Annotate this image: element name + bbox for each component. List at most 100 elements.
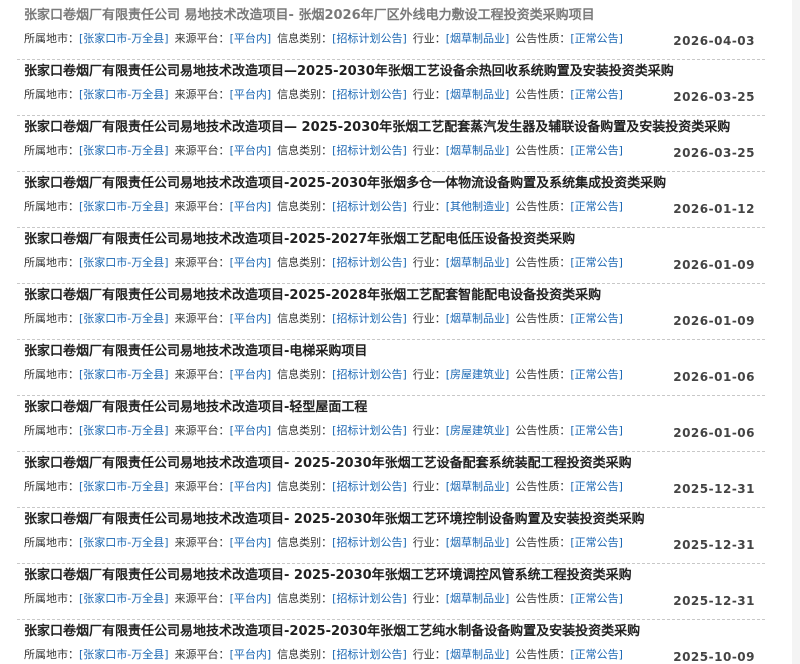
announcement-title-link[interactable]: 张家口卷烟厂有限责任公司易地技术改造项目- 2025-2030年张烟工艺环境控制… xyxy=(24,510,645,530)
nature-value[interactable]: [正常公告] xyxy=(570,368,623,381)
list-item: 张家口卷烟厂有限责任公司易地技术改造项目- 2025-2030年张烟工艺环境调控… xyxy=(17,564,765,620)
info-type-value[interactable]: [招标计划公告] xyxy=(332,88,407,101)
region-label: 所属地市： xyxy=(24,144,79,157)
industry-value[interactable]: [烟草制品业] xyxy=(446,144,510,157)
list-item: 张家口卷烟厂有限责任公司易地技术改造项目—2025-2030年张烟工艺设备余热回… xyxy=(17,60,765,116)
info-type-value[interactable]: [招标计划公告] xyxy=(332,32,407,45)
industry-value[interactable]: [烟草制品业] xyxy=(446,312,510,325)
platform-value[interactable]: [平台内] xyxy=(230,200,272,213)
info-type-value[interactable]: [招标计划公告] xyxy=(332,200,407,213)
announcement-title-link[interactable]: 张家口卷烟厂有限责任公司易地技术改造项目-2025-2027年张烟工艺配电低压设… xyxy=(24,230,575,250)
nature-label: 公告性质： xyxy=(515,368,571,381)
region-value[interactable]: [张家口市-万全县] xyxy=(79,480,169,493)
platform-value[interactable]: [平台内] xyxy=(230,424,272,437)
industry-value[interactable]: [烟草制品业] xyxy=(446,480,510,493)
nature-value[interactable]: [正常公告] xyxy=(570,256,623,269)
platform-value[interactable]: [平台内] xyxy=(230,592,272,605)
platform-label: 来源平台： xyxy=(174,312,230,325)
nature-label: 公告性质： xyxy=(515,648,571,661)
platform-value[interactable]: [平台内] xyxy=(230,480,272,493)
announcement-title-link[interactable]: 张家口卷烟厂有限责任公司 易地技术改造项目- 张烟2026年厂区外线电力敷设工程… xyxy=(24,6,595,26)
scrollbar[interactable] xyxy=(792,0,800,664)
nature-value[interactable]: [正常公告] xyxy=(570,424,623,437)
region-label: 所属地市： xyxy=(24,200,79,213)
info-type-label: 信息类别： xyxy=(277,144,333,157)
platform-label: 来源平台： xyxy=(174,88,230,101)
nature-value[interactable]: [正常公告] xyxy=(570,200,623,213)
industry-value[interactable]: [烟草制品业] xyxy=(446,648,510,661)
region-value[interactable]: [张家口市-万全县] xyxy=(79,368,169,381)
info-type-value[interactable]: [招标计划公告] xyxy=(332,312,407,325)
industry-value[interactable]: [房屋建筑业] xyxy=(446,368,510,381)
announcement-title-link[interactable]: 张家口卷烟厂有限责任公司易地技术改造项目-2025-2028年张烟工艺配套智能配… xyxy=(24,286,601,306)
region-value[interactable]: [张家口市-万全县] xyxy=(79,536,169,549)
info-type-label: 信息类别： xyxy=(277,88,333,101)
announcement-title-link[interactable]: 张家口卷烟厂有限责任公司易地技术改造项目— 2025-2030年张烟工艺配套蒸汽… xyxy=(24,118,730,138)
publish-date: 2026-01-09 xyxy=(673,258,755,272)
nature-value[interactable]: [正常公告] xyxy=(570,88,623,101)
region-value[interactable]: [张家口市-万全县] xyxy=(79,88,169,101)
industry-value[interactable]: [烟草制品业] xyxy=(446,256,510,269)
nature-value[interactable]: [正常公告] xyxy=(570,648,623,661)
info-type-label: 信息类别： xyxy=(277,424,333,437)
announcement-title-link[interactable]: 张家口卷烟厂有限责任公司易地技术改造项目- 2025-2030年张烟工艺环境调控… xyxy=(24,566,632,586)
nature-value[interactable]: [正常公告] xyxy=(570,312,623,325)
list-item: 张家口卷烟厂有限责任公司易地技术改造项目- 2025-2030年张烟工艺环境控制… xyxy=(17,508,765,564)
nature-value[interactable]: [正常公告] xyxy=(570,592,623,605)
region-value[interactable]: [张家口市-万全县] xyxy=(79,592,169,605)
platform-value[interactable]: [平台内] xyxy=(230,312,272,325)
info-type-value[interactable]: [招标计划公告] xyxy=(332,256,407,269)
info-type-label: 信息类别： xyxy=(277,480,333,493)
list-item: 张家口卷烟厂有限责任公司易地技术改造项目-2025-2030年张烟多仓一体物流设… xyxy=(17,172,765,228)
region-value[interactable]: [张家口市-万全县] xyxy=(79,32,169,45)
industry-label: 行业： xyxy=(412,536,446,549)
info-type-value[interactable]: [招标计划公告] xyxy=(332,536,407,549)
publish-date: 2026-01-06 xyxy=(673,426,755,440)
platform-value[interactable]: [平台内] xyxy=(230,144,272,157)
region-value[interactable]: [张家口市-万全县] xyxy=(79,144,169,157)
region-value[interactable]: [张家口市-万全县] xyxy=(79,312,169,325)
announcement-title-link[interactable]: 张家口卷烟厂有限责任公司易地技术改造项目—2025-2030年张烟工艺设备余热回… xyxy=(24,62,674,82)
announcement-meta: 所属地市：[张家口市-万全县] 来源平台：[平台内] 信息类别：[招标计划公告] 行业… xyxy=(24,311,623,327)
platform-value[interactable]: [平台内] xyxy=(230,648,272,661)
info-type-value[interactable]: [招标计划公告] xyxy=(332,480,407,493)
industry-value[interactable]: [烟草制品业] xyxy=(446,88,510,101)
region-value[interactable]: [张家口市-万全县] xyxy=(79,648,169,661)
industry-value[interactable]: [烟草制品业] xyxy=(446,536,510,549)
info-type-value[interactable]: [招标计划公告] xyxy=(332,144,407,157)
platform-value[interactable]: [平台内] xyxy=(230,256,272,269)
region-value[interactable]: [张家口市-万全县] xyxy=(79,256,169,269)
publish-date: 2026-04-03 xyxy=(673,34,755,48)
announcement-title-link[interactable]: 张家口卷烟厂有限责任公司易地技术改造项目-2025-2030年张烟工艺纯水制备设… xyxy=(24,622,640,642)
region-value[interactable]: [张家口市-万全县] xyxy=(79,424,169,437)
announcement-meta: 所属地市：[张家口市-万全县] 来源平台：[平台内] 信息类别：[招标计划公告] 行业… xyxy=(24,87,623,103)
info-type-value[interactable]: [招标计划公告] xyxy=(332,368,407,381)
publish-date: 2026-03-25 xyxy=(673,90,755,104)
platform-value[interactable]: [平台内] xyxy=(230,32,272,45)
platform-value[interactable]: [平台内] xyxy=(230,88,272,101)
announcement-title-link[interactable]: 张家口卷烟厂有限责任公司易地技术改造项目-电梯采购项目 xyxy=(24,342,367,362)
announcement-title-link[interactable]: 张家口卷烟厂有限责任公司易地技术改造项目- 2025-2030年张烟工艺设备配套… xyxy=(24,454,632,474)
info-type-value[interactable]: [招标计划公告] xyxy=(332,592,407,605)
nature-value[interactable]: [正常公告] xyxy=(570,144,623,157)
industry-value[interactable]: [房屋建筑业] xyxy=(446,424,510,437)
info-type-value[interactable]: [招标计划公告] xyxy=(332,648,407,661)
platform-value[interactable]: [平台内] xyxy=(230,536,272,549)
info-type-label: 信息类别： xyxy=(277,32,333,45)
list-item: 张家口卷烟厂有限责任公司 易地技术改造项目- 张烟2026年厂区外线电力敷设工程… xyxy=(17,4,765,60)
industry-value[interactable]: [其他制造业] xyxy=(446,200,510,213)
announcement-title-link[interactable]: 张家口卷烟厂有限责任公司易地技术改造项目-2025-2030年张烟多仓一体物流设… xyxy=(24,174,666,194)
industry-value[interactable]: [烟草制品业] xyxy=(446,32,510,45)
nature-value[interactable]: [正常公告] xyxy=(570,536,623,549)
industry-value[interactable]: [烟草制品业] xyxy=(446,592,510,605)
info-type-value[interactable]: [招标计划公告] xyxy=(332,424,407,437)
nature-value[interactable]: [正常公告] xyxy=(570,480,623,493)
publish-date: 2026-03-25 xyxy=(673,146,755,160)
platform-value[interactable]: [平台内] xyxy=(230,368,272,381)
info-type-label: 信息类别： xyxy=(277,312,333,325)
announcement-title-link[interactable]: 张家口卷烟厂有限责任公司易地技术改造项目-轻型屋面工程 xyxy=(24,398,367,418)
region-label: 所属地市： xyxy=(24,536,79,549)
nature-value[interactable]: [正常公告] xyxy=(570,32,623,45)
info-type-label: 信息类别： xyxy=(277,536,333,549)
region-value[interactable]: [张家口市-万全县] xyxy=(79,200,169,213)
